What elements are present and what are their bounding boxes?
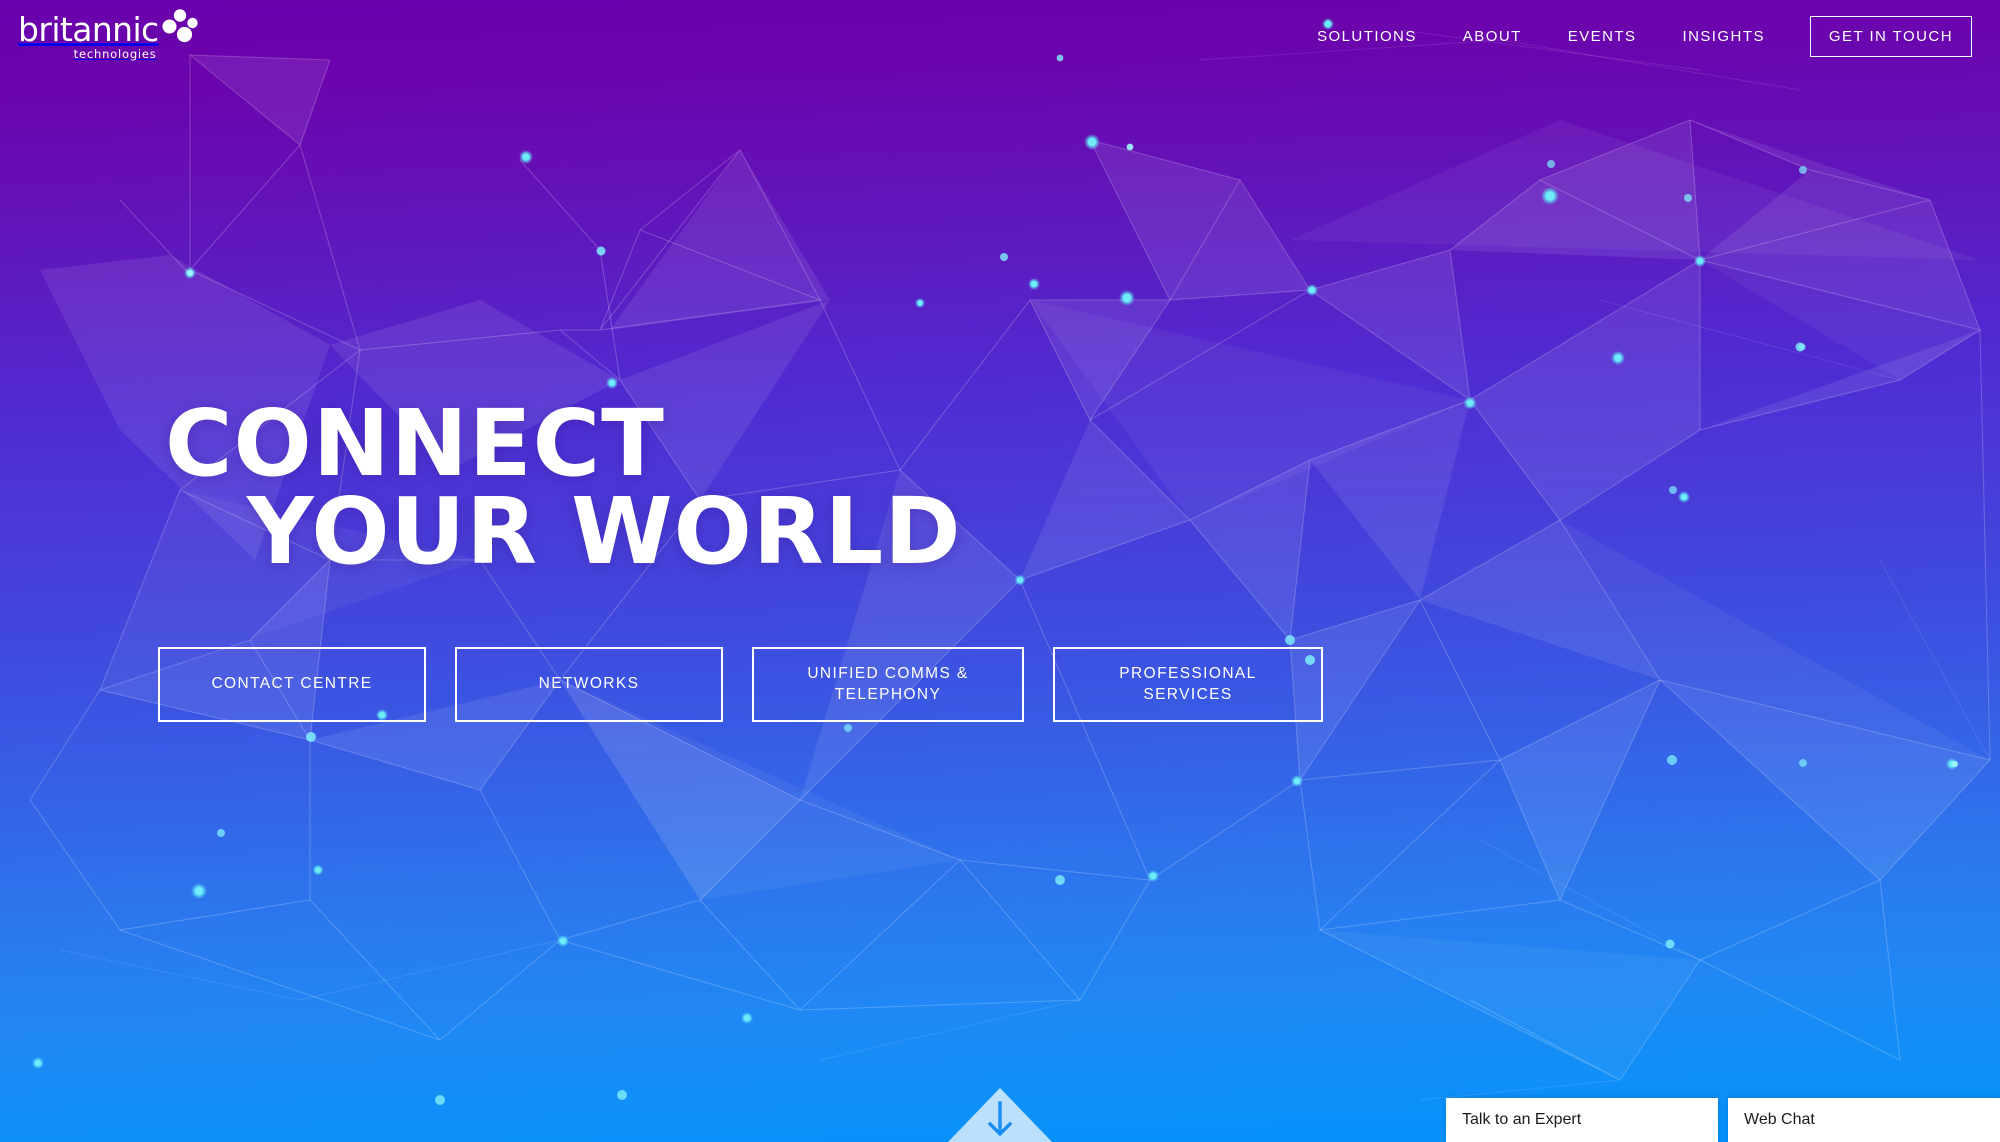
brand-tagline: technologies: [73, 47, 157, 61]
site-header: britannic technologies SOLUTIONS ABOUT E…: [0, 0, 2000, 72]
pill-networks-label: NETWORKS: [538, 675, 640, 693]
hero-section: britannic technologies SOLUTIONS ABOUT E…: [0, 0, 2000, 1142]
logo-text: britannic technologies: [18, 11, 159, 61]
pill-contact-centre-label: CONTACT CENTRE: [211, 675, 373, 693]
web-chat-label: Web Chat: [1744, 1111, 1815, 1128]
pill-networks[interactable]: NETWORKS: [455, 647, 723, 722]
pill-professional-services[interactable]: PROFESSIONAL SERVICES: [1053, 647, 1323, 722]
pill-professional-services-line-1: PROFESSIONAL: [1119, 664, 1257, 682]
arrow-down-icon: [948, 1088, 1052, 1142]
nav-link-solutions[interactable]: SOLUTIONS: [1294, 18, 1440, 55]
chat-dock: Talk to an Expert Web Chat: [1446, 1098, 2000, 1142]
four-dot-cluster-icon: [162, 9, 198, 43]
pill-unified-comms-telephony[interactable]: UNIFIED COMMS & TELEPHONY: [752, 647, 1024, 722]
pill-professional-services-line-2: SERVICES: [1143, 685, 1233, 703]
hero-category-links: CONTACT CENTRE NETWORKS UNIFIED COMMS & …: [158, 647, 1323, 722]
pill-unified-comms-label: UNIFIED COMMS & TELEPHONY: [807, 664, 968, 706]
talk-to-an-expert-tab[interactable]: Talk to an Expert: [1446, 1098, 1718, 1142]
pill-contact-centre[interactable]: CONTACT CENTRE: [158, 647, 426, 722]
brand-name: britannic: [18, 10, 159, 49]
headline-line-2: YOUR WORLD: [247, 478, 962, 586]
pill-unified-comms-line-2: TELEPHONY: [834, 685, 942, 703]
brand-logo[interactable]: britannic technologies: [18, 7, 203, 65]
web-chat-tab[interactable]: Web Chat: [1728, 1098, 2000, 1142]
main-navigation: SOLUTIONS ABOUT EVENTS INSIGHTS GET IN T…: [1294, 15, 1972, 57]
nav-link-about[interactable]: ABOUT: [1440, 18, 1545, 55]
nav-link-events[interactable]: EVENTS: [1545, 18, 1660, 55]
nav-link-insights[interactable]: INSIGHTS: [1659, 18, 1787, 55]
hero-copy: CONNECT YOUR WORLD: [165, 398, 962, 586]
pill-unified-comms-line-1: UNIFIED COMMS &: [807, 664, 969, 682]
talk-to-an-expert-label: Talk to an Expert: [1462, 1111, 1582, 1128]
get-in-touch-button[interactable]: GET IN TOUCH: [1809, 15, 1972, 57]
pill-professional-services-label: PROFESSIONAL SERVICES: [1119, 664, 1256, 706]
page-title: CONNECT YOUR WORLD: [165, 398, 962, 586]
scroll-down-button[interactable]: [948, 1086, 1052, 1142]
